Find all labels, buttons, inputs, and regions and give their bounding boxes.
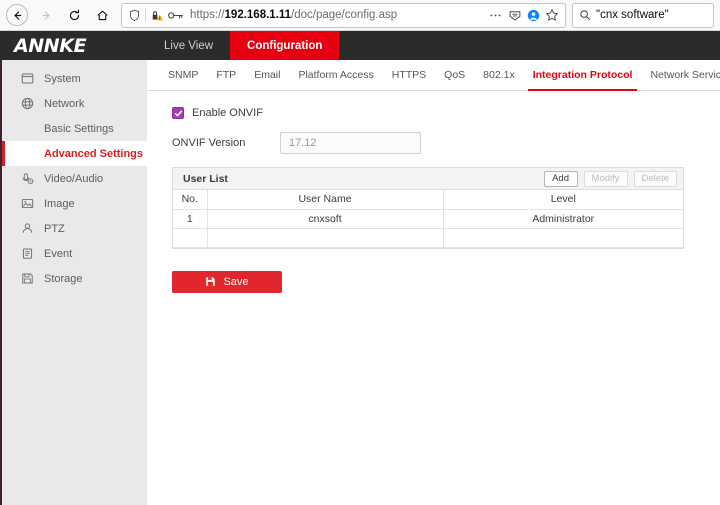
sidebar-item-label: Video/Audio xyxy=(44,172,104,185)
url-path: /doc/page/config.asp xyxy=(291,8,398,21)
delete-user-button[interactable]: Delete xyxy=(633,170,677,187)
search-query-text: "cnx software" xyxy=(596,9,669,21)
urlbar-divider xyxy=(145,8,146,22)
filler-cell-level xyxy=(443,228,683,248)
column-header-no: No. xyxy=(173,190,208,210)
user-list-actions: Add Modify Delete xyxy=(543,170,677,187)
bookmark-star-icon[interactable] xyxy=(545,8,559,22)
top-tab-live-view[interactable]: Live View xyxy=(147,31,230,60)
onvif-version-input[interactable]: 17.12 xyxy=(280,132,421,154)
reader-mode-icon[interactable] xyxy=(508,9,522,22)
tab-ftp[interactable]: FTP xyxy=(207,60,245,90)
save-button[interactable]: Save xyxy=(172,270,282,293)
tab-802-1x[interactable]: 802.1x xyxy=(474,60,524,90)
main-content: SNMP FTP Email Platform Access HTTPS QoS… xyxy=(147,60,720,505)
table-header-row: No. User Name Level xyxy=(173,190,683,210)
tab-qos[interactable]: QoS xyxy=(435,60,474,90)
tab-email[interactable]: Email xyxy=(245,60,289,90)
page-actions-ellipsis-icon[interactable] xyxy=(488,9,503,22)
table-empty-area xyxy=(173,228,683,248)
sidebar-item-label: Network xyxy=(44,97,85,110)
sidebar-item-label: Storage xyxy=(44,272,83,285)
window-icon xyxy=(20,72,34,86)
floppy-disk-icon xyxy=(205,276,216,287)
tab-integration-protocol[interactable]: Integration Protocol xyxy=(524,60,642,91)
tab-https[interactable]: HTTPS xyxy=(383,60,435,90)
sidebar-item-system[interactable]: System xyxy=(2,66,147,91)
sidebar-item-label: Event xyxy=(44,247,73,260)
add-user-button[interactable]: Add xyxy=(543,170,578,187)
tab-platform-access[interactable]: Platform Access xyxy=(289,60,382,90)
cell-no: 1 xyxy=(173,209,208,229)
sidebar-item-label: Advanced Settings xyxy=(44,147,144,160)
tab-network-service[interactable]: Network Service xyxy=(641,60,720,90)
sidebar-item-ptz[interactable]: PTZ xyxy=(2,216,147,241)
cell-user-name: cnxsoft xyxy=(207,209,444,229)
sidebar-item-advanced-settings[interactable]: Advanced Settings xyxy=(2,141,147,166)
sidebar-item-storage[interactable]: Storage xyxy=(2,266,147,291)
url-bar[interactable]: https://192.168.1.11/doc/page/config.asp xyxy=(121,2,566,28)
sidebar-item-basic-settings[interactable]: Basic Settings xyxy=(2,116,147,141)
url-prefix: https:// xyxy=(190,8,225,21)
integration-protocol-panel: Enable ONVIF ONVIF Version 17.12 User Li… xyxy=(147,91,720,293)
sidebar-item-label: Image xyxy=(44,197,75,210)
picture-icon xyxy=(20,197,34,211)
search-input[interactable]: "cnx software" xyxy=(572,2,714,28)
home-icon[interactable] xyxy=(89,2,115,28)
user-list-panel: User List Add Modify Delete No. User Nam… xyxy=(172,167,684,249)
enable-onvif-row[interactable]: Enable ONVIF xyxy=(172,103,720,123)
sidebar-item-video-audio[interactable]: Video/Audio xyxy=(2,166,147,191)
cell-level: Administrator xyxy=(443,209,683,229)
app-header: ANNKE Live View Configuration xyxy=(0,31,720,60)
url-host: 192.168.1.11 xyxy=(224,8,292,21)
column-header-user-name: User Name xyxy=(207,190,444,210)
app-body: System Network Basic Settings Advanced S… xyxy=(0,60,720,505)
person-icon xyxy=(20,222,34,236)
floppy-disk-icon xyxy=(20,272,34,286)
enable-onvif-label: Enable ONVIF xyxy=(192,107,263,119)
enable-onvif-checkbox[interactable] xyxy=(172,107,184,119)
sidebar-item-label: Basic Settings xyxy=(44,122,114,135)
sidebar-item-network[interactable]: Network xyxy=(2,91,147,116)
tracking-protection-shield-icon[interactable] xyxy=(128,9,141,22)
table-row[interactable]: 1 cnxsoft Administrator xyxy=(173,209,683,229)
annke-logo: ANNKE xyxy=(14,34,87,57)
user-list-header: User List Add Modify Delete xyxy=(173,168,683,190)
forward-arrow-icon[interactable] xyxy=(33,2,59,28)
modify-user-button[interactable]: Modify xyxy=(583,170,628,187)
search-icon xyxy=(579,9,591,21)
sidebar-item-event[interactable]: Event xyxy=(2,241,147,266)
sidebar-item-label: PTZ xyxy=(44,222,65,235)
globe-icon xyxy=(20,97,34,111)
saved-login-key-icon[interactable] xyxy=(168,10,184,21)
user-table: No. User Name Level 1 cnxsoft Administra… xyxy=(173,190,683,248)
save-button-label: Save xyxy=(223,275,249,288)
top-tab-configuration[interactable]: Configuration xyxy=(230,31,340,60)
browser-toolbar: https://192.168.1.11/doc/page/config.asp… xyxy=(0,0,720,31)
sidebar-item-label: System xyxy=(44,72,81,85)
tab-snmp[interactable]: SNMP xyxy=(159,60,207,90)
sidebar: System Network Basic Settings Advanced S… xyxy=(0,60,147,505)
onvif-version-label: ONVIF Version xyxy=(172,137,246,149)
column-header-level: Level xyxy=(443,190,683,210)
insecure-lock-warning-icon[interactable] xyxy=(150,9,164,22)
filler-cell-no xyxy=(173,228,208,248)
onvif-version-row: ONVIF Version 17.12 xyxy=(172,129,720,157)
video-audio-icon xyxy=(20,172,34,186)
clipboard-icon xyxy=(20,247,34,261)
sidebar-item-image[interactable]: Image xyxy=(2,191,147,216)
filler-cell-user-name xyxy=(207,228,444,248)
url-text[interactable]: https://192.168.1.11/doc/page/config.asp xyxy=(188,4,480,27)
reload-icon[interactable] xyxy=(61,2,87,28)
back-arrow-icon[interactable] xyxy=(6,4,28,26)
firefox-account-icon[interactable] xyxy=(527,9,540,22)
content-tabbar: SNMP FTP Email Platform Access HTTPS QoS… xyxy=(147,60,720,91)
user-list-title: User List xyxy=(183,172,228,185)
